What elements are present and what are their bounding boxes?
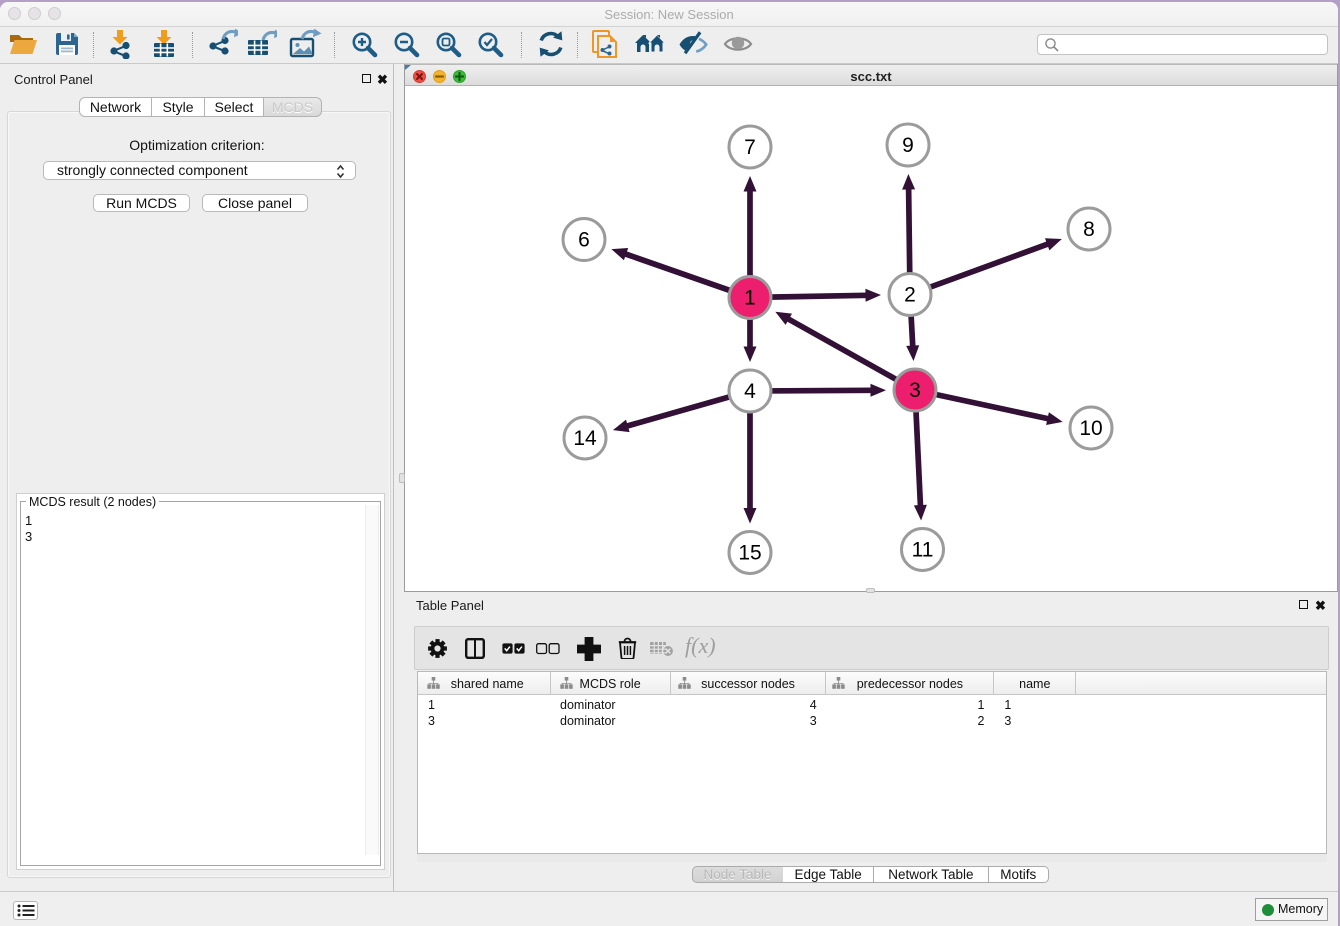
svg-text:15: 15 [738, 542, 761, 565]
svg-text:10: 10 [1079, 417, 1102, 440]
svg-text:6: 6 [578, 229, 590, 252]
svg-text:1: 1 [744, 287, 756, 310]
svg-text:2: 2 [904, 284, 916, 307]
svg-text:11: 11 [912, 539, 934, 562]
svg-text:3: 3 [909, 379, 921, 402]
svg-text:7: 7 [744, 136, 756, 159]
svg-text:9: 9 [902, 134, 914, 157]
svg-text:4: 4 [744, 380, 756, 403]
svg-text:14: 14 [573, 427, 597, 450]
svg-text:8: 8 [1083, 218, 1095, 241]
